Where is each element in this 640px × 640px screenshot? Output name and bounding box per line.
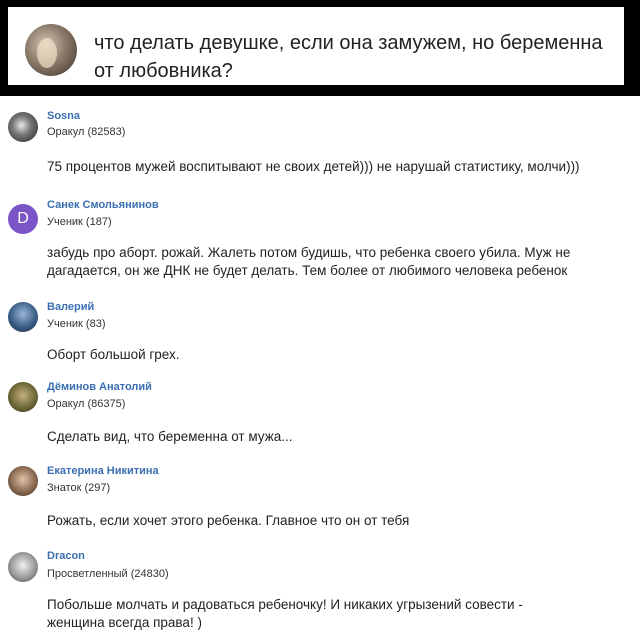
author-rank: Оракул (86375) <box>47 398 126 410</box>
author-link[interactable]: Санек Смольянинов <box>47 199 159 211</box>
answer-item: Екатерина Никитина Знаток (297) Рожать, … <box>0 462 640 542</box>
question-frame: что делать девушке, если она замужем, но… <box>0 0 640 96</box>
author-link[interactable]: Валерий <box>47 301 94 313</box>
avatar-letter-icon[interactable]: D <box>8 204 38 234</box>
answer-item: Dracon Просветленный (24830) Побольше мо… <box>0 548 640 640</box>
author-link[interactable]: Екатерина Никитина <box>47 465 159 477</box>
author-link[interactable]: Sosna <box>47 110 80 122</box>
author-rank: Оракул (82583) <box>47 126 126 138</box>
avatar-icon[interactable] <box>8 552 38 582</box>
avatar-icon[interactable] <box>8 382 38 412</box>
answer-item: D Санек Смольянинов Ученик (187) забудь … <box>0 196 640 292</box>
answer-text: Сделать вид, что беременна от мужа... <box>47 429 293 444</box>
question-title: что делать девушке, если она замужем, но… <box>94 32 603 82</box>
answer-text: 75 процентов мужей воспитывают не своих … <box>47 159 580 174</box>
avatar-icon[interactable] <box>8 302 38 332</box>
avatar-icon[interactable] <box>8 466 38 496</box>
answer-text: Побольше молчать и радоваться ребеночку!… <box>47 597 523 630</box>
answer-item: Дёминов Анатолий Оракул (86375) Сделать … <box>0 378 640 458</box>
answer-text: забудь про аборт. рожай. Жалеть потом бу… <box>47 245 571 278</box>
author-link[interactable]: Dracon <box>47 550 85 562</box>
author-link[interactable]: Дёминов Анатолий <box>47 381 152 393</box>
author-rank: Ученик (187) <box>47 216 112 228</box>
question-box: что делать девушке, если она замужем, но… <box>8 7 624 85</box>
question-avatar-icon[interactable] <box>25 24 77 76</box>
author-rank: Просветленный (24830) <box>47 568 169 580</box>
answer-text: Оборт большой грех. <box>47 347 180 362</box>
author-rank: Знаток (297) <box>47 482 111 494</box>
author-rank: Ученик (83) <box>47 318 106 330</box>
answer-item: Sosna Оракул (82583) 75 процентов мужей … <box>0 106 640 196</box>
answer-item: Валерий Ученик (83) Оборт большой грех. <box>0 296 640 376</box>
answer-text: Рожать, если хочет этого ребенка. Главно… <box>47 513 410 528</box>
avatar-icon[interactable] <box>8 112 38 142</box>
